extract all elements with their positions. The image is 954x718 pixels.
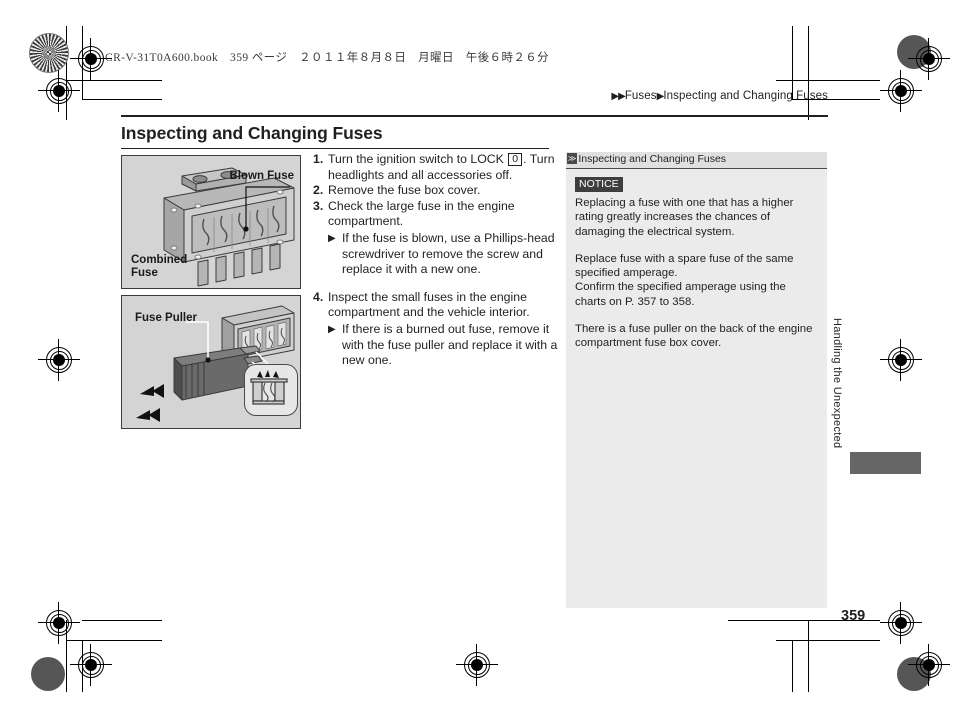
chapter-tab-block [850,452,921,474]
step-3: 3. Check the large fuse in the engine co… [313,199,558,230]
label-fuse-puller: Fuse Puller [135,312,197,324]
breadcrumb-level-1[interactable]: Fuses [625,90,657,102]
registration-mark [38,602,80,644]
registration-mark [70,644,112,686]
registration-mark [908,38,950,80]
registration-mark [70,38,112,80]
title-rule-bottom [121,148,549,149]
title-rule-top [121,115,828,117]
book-file-header: CR-V-31T0A600.book 359 ページ ２０１１年８月８日 月曜日… [105,52,550,64]
notice-side-panel: ≫ Inspecting and Changing Fuses NOTICE Re… [566,152,827,608]
step-1-text-before: Turn the ignition switch to LOCK [328,152,508,166]
substep-arrow-icon: ▶ [328,232,336,244]
registration-mark [38,339,80,381]
label-blown-fuse: Blown Fuse [229,170,294,182]
crop-mark-line [66,640,162,641]
breadcrumb-level-2[interactable]: Inspecting and Changing Fuses [663,90,828,102]
step-2: 2. Remove the fuse box cover. [313,183,558,199]
step-3-substep-text: If the fuse is blown, use a Phillips-hea… [342,230,555,277]
label-combined-fuse: Combined Fuse [131,254,188,279]
halftone-star-target [29,33,69,73]
step-3-substep: ▶ If the fuse is blown, use a Phillips-h… [328,231,558,278]
step-3-number: 3. [313,198,324,213]
panel-header: ≫ Inspecting and Changing Fuses [566,152,827,169]
crop-mark-line [792,26,793,66]
registration-mark [456,644,498,686]
panel-body: NOTICE Replacing a fuse with one that ha… [566,169,827,351]
registration-mark [38,70,80,112]
instruction-steps: 1. Turn the ignition switch to LOCK 0. T… [313,152,558,369]
manual-page: CR-V-31T0A600.book 359 ページ ２０１１年８月８日 月曜日… [0,0,954,718]
page-number: 359 [841,608,866,624]
step-4-number: 4. [313,289,324,304]
registration-mark [880,70,922,112]
step-2-number: 2. [313,183,324,198]
registration-mark [880,339,922,381]
notice-paragraph-2: Replace fuse with a spare fuse of the sa… [575,252,794,308]
crop-mark-line [808,26,809,81]
page-title: Inspecting and Changing Fuses [121,123,383,143]
registration-mark [908,644,950,686]
panel-marker-icon: ≫ [567,153,578,164]
crop-mark-line [66,80,162,81]
step-4-substep: ▶ If there is a burned out fuse, remove … [328,322,558,369]
registration-mark [880,602,922,644]
step-4-substep-text: If there is a burned out fuse, remove it… [342,321,558,368]
step-4: 4. Inspect the small fuses in the engine… [313,290,558,321]
fuse-grip-detail-drawing [250,370,288,405]
chapter-side-tab-label: Handling the Unexpected [831,318,843,449]
crop-mark-line [776,640,880,641]
crop-mark-line [82,99,162,100]
substep-arrow-icon: ▶ [328,323,336,335]
breadcrumb: ▶▶Fuses▶Inspecting and Changing Fuses [611,90,828,102]
fuse-puller-illustration: Fuse Puller [121,295,301,429]
crop-mark-line [776,80,880,81]
notice-paragraph-1: Replacing a fuse with one that has a hig… [575,197,794,238]
step-1: 1. Turn the ignition switch to LOCK 0. T… [313,152,558,183]
step-1-number: 1. [313,152,324,166]
step-3-text: Check the large fuse in the engine compa… [328,198,515,229]
breadcrumb-double-arrow-icon: ▶▶ [611,91,625,102]
crop-mark-line [82,620,162,621]
combined-fuse-illustration: Blown Fuse Combined Fuse [121,155,301,289]
crop-mark-line [808,620,809,692]
lock-position-symbol: 0 [508,153,523,166]
crop-mark-line [792,640,793,692]
notice-paragraph-3: There is a fuse puller on the back of th… [575,323,813,350]
step-2-text: Remove the fuse box cover. [328,183,481,198]
panel-header-title: Inspecting and Changing Fuses [578,153,727,165]
step-4-text: Inspect the small fuses in the engine co… [328,289,530,320]
notice-badge: NOTICE [575,177,623,192]
solid-dot-target [31,657,65,691]
fuse-grip-detail-inset [244,364,298,416]
